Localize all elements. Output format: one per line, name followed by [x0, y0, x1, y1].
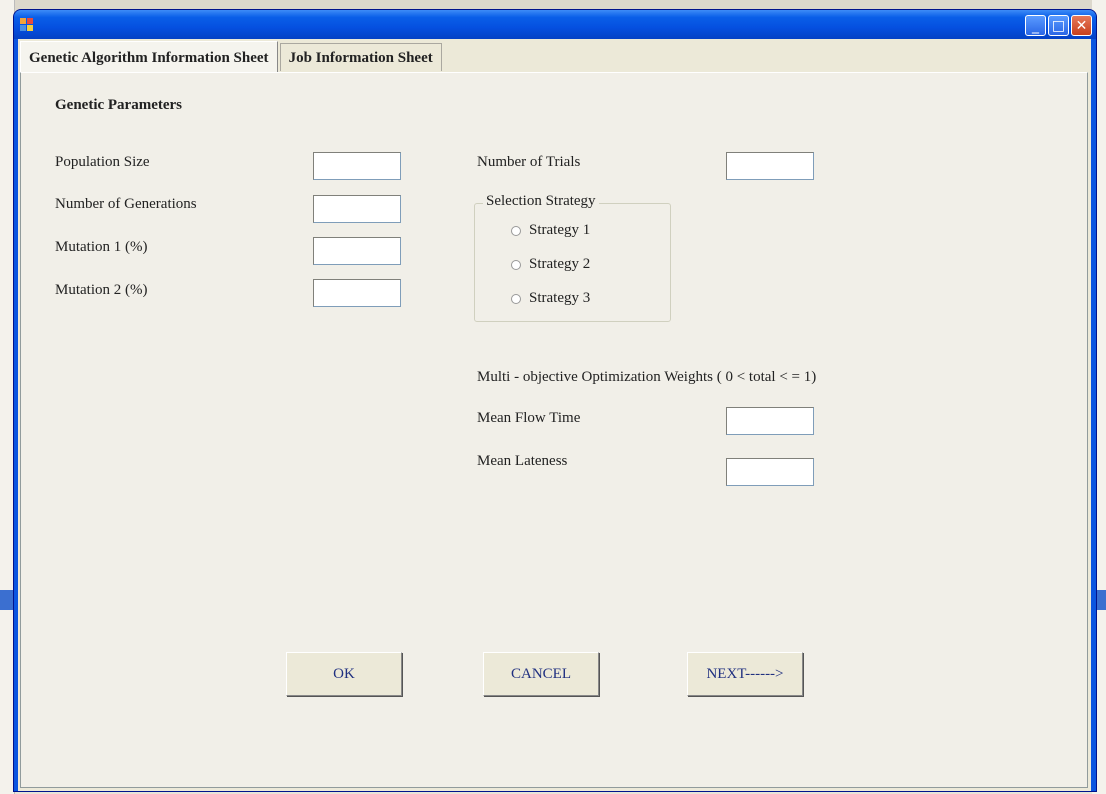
- weights-heading: Multi - objective Optimization Weights (…: [477, 369, 817, 385]
- tab-panel: Genetic Parameters Population Size Numbe…: [20, 72, 1088, 788]
- number-of-trials-label: Number of Trials: [477, 154, 581, 170]
- mean-flow-time-input[interactable]: [726, 407, 814, 435]
- main-window: _ □ ✕ Genetic Algorithm Information Shee…: [14, 10, 1096, 791]
- maximize-icon[interactable]: □: [1048, 15, 1069, 36]
- mean-lateness-input[interactable]: [726, 458, 814, 486]
- strategy-1-label: Strategy 1: [529, 222, 591, 238]
- population-size-label: Population Size: [55, 154, 150, 170]
- strategy-1-option[interactable]: Strategy 1: [511, 222, 590, 239]
- mean-flow-time-label: Mean Flow Time: [477, 410, 581, 426]
- strategy-2-label: Strategy 2: [529, 256, 591, 272]
- ok-button[interactable]: OK: [286, 652, 402, 696]
- cancel-button[interactable]: CANCEL: [483, 652, 599, 696]
- selection-strategy-legend: Selection Strategy: [483, 193, 599, 210]
- minimize-icon[interactable]: _: [1025, 15, 1046, 36]
- mutation-1-input[interactable]: [313, 237, 401, 265]
- next-button[interactable]: NEXT------>: [687, 652, 803, 696]
- mutation-2-label: Mutation 2 (%): [55, 282, 148, 298]
- mutation-1-label: Mutation 1 (%): [55, 239, 148, 255]
- tab-strip: Genetic Algorithm Information Sheet Job …: [20, 41, 444, 73]
- background-left-panel: [0, 0, 15, 794]
- strategy-2-option[interactable]: Strategy 2: [511, 256, 590, 273]
- selection-strategy-group: Selection Strategy Strategy 1 Strategy 2…: [474, 193, 671, 322]
- tab-job-information[interactable]: Job Information Sheet: [279, 43, 442, 71]
- number-of-generations-label: Number of Generations: [55, 196, 197, 212]
- close-icon[interactable]: ✕: [1071, 15, 1092, 36]
- strategy-3-label: Strategy 3: [529, 290, 591, 306]
- mean-lateness-label: Mean Lateness: [477, 453, 568, 469]
- population-size-input[interactable]: [313, 152, 401, 180]
- number-of-generations-input[interactable]: [313, 195, 401, 223]
- radio-icon[interactable]: [511, 259, 521, 270]
- app-icon[interactable]: [20, 18, 34, 32]
- number-of-trials-input[interactable]: [726, 152, 814, 180]
- title-bar[interactable]: _ □ ✕: [14, 10, 1096, 39]
- tab-genetic-algorithm[interactable]: Genetic Algorithm Information Sheet: [20, 41, 278, 72]
- strategy-3-option[interactable]: Strategy 3: [511, 290, 590, 307]
- window-client-area: Genetic Algorithm Information Sheet Job …: [18, 39, 1091, 791]
- mutation-2-input[interactable]: [313, 279, 401, 307]
- radio-icon[interactable]: [511, 225, 521, 236]
- radio-icon[interactable]: [511, 293, 521, 304]
- section-heading: Genetic Parameters: [55, 97, 183, 113]
